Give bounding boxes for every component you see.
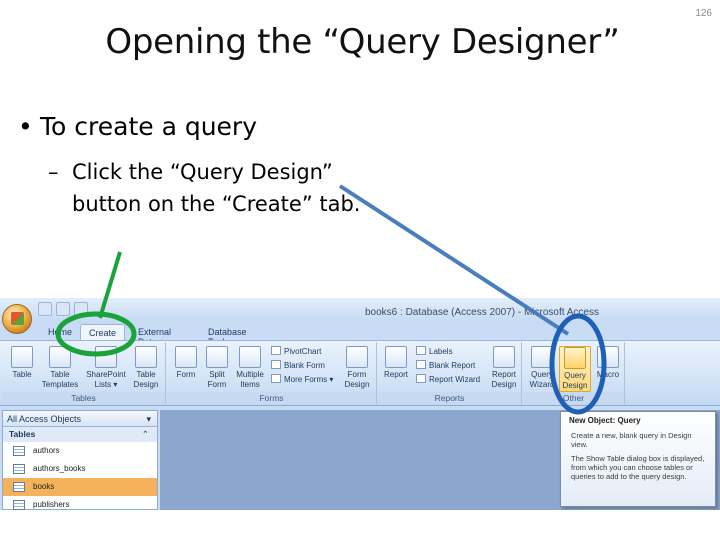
title-bar: books6 : Database (Access 2007) - Micros… xyxy=(0,298,720,324)
tab-home[interactable]: Home xyxy=(40,324,80,341)
bullet-text: Click the “Query Design” button on the “… xyxy=(72,160,361,216)
macro-button[interactable]: Macro xyxy=(593,346,623,380)
group-label-tables: Tables xyxy=(2,392,165,404)
group-other: Query Wizard Query Design Macro Other xyxy=(523,342,625,404)
blank-report-button[interactable]: Blank Report xyxy=(416,360,475,372)
sharepoint-icon xyxy=(95,346,117,368)
nav-pane-header[interactable]: All Access Objects ▾ xyxy=(3,411,157,427)
multiple-items-button[interactable]: Multiple Items xyxy=(233,346,267,390)
tooltip-line-1: Create a new, blank query in Design view… xyxy=(571,431,692,449)
redo-icon[interactable] xyxy=(74,302,88,316)
tab-database-tools[interactable]: Database Tools xyxy=(200,324,255,347)
report-icon xyxy=(385,346,407,368)
query-design-button[interactable]: Query Design xyxy=(559,346,591,392)
query-design-icon xyxy=(564,347,586,369)
table-icon xyxy=(13,482,25,492)
table-icon xyxy=(13,500,25,510)
collapse-icon[interactable]: ⌃ xyxy=(142,427,149,442)
table-icon xyxy=(13,464,25,474)
bullet-dash: – xyxy=(48,160,59,184)
office-button[interactable] xyxy=(2,304,32,334)
form-icon xyxy=(175,346,197,368)
more-forms-icon xyxy=(271,374,281,383)
slide-title: Opening the “Query Designer” xyxy=(105,22,620,62)
group-label-other: Other xyxy=(523,392,624,404)
nav-item-publishers[interactable]: publishers xyxy=(3,496,157,510)
table-icon xyxy=(11,346,33,368)
blank-form-icon xyxy=(271,360,281,369)
group-forms: Form Split Form Multiple Items PivotChar… xyxy=(167,342,377,404)
sharepoint-lists-button[interactable]: SharePoint Lists ▾ xyxy=(84,346,128,390)
chevron-down-icon[interactable]: ▾ xyxy=(146,411,151,427)
tooltip-title: New Object: Query xyxy=(569,416,641,425)
table-design-button[interactable]: Table Design xyxy=(130,346,162,390)
nav-item-authors-books[interactable]: authors_books xyxy=(3,460,157,478)
query-wizard-icon xyxy=(531,346,553,368)
quick-access-toolbar[interactable] xyxy=(38,302,92,316)
tab-create[interactable]: Create xyxy=(80,324,126,341)
report-design-button[interactable]: Report Design xyxy=(488,346,520,390)
report-design-icon xyxy=(493,346,515,368)
bullet-level-1: • To create a query xyxy=(18,112,257,141)
report-wizard-icon xyxy=(416,374,426,383)
undo-icon[interactable] xyxy=(56,302,70,316)
table-design-icon xyxy=(135,346,157,368)
split-form-button[interactable]: Split Form xyxy=(203,346,231,390)
labels-button[interactable]: Labels xyxy=(416,346,453,358)
multiple-items-icon xyxy=(239,346,261,368)
table-icon xyxy=(13,446,25,456)
save-icon[interactable] xyxy=(38,302,52,316)
ribbon: Table Table Templates ▾ SharePoint Lists… xyxy=(0,340,720,406)
blank-form-button[interactable]: Blank Form xyxy=(271,360,325,372)
blank-report-icon xyxy=(416,360,426,369)
report-button[interactable]: Report xyxy=(380,346,412,380)
tab-external-data[interactable]: External Data xyxy=(130,324,179,347)
nav-item-authors[interactable]: authors xyxy=(3,442,157,460)
pivotchart-icon xyxy=(271,346,281,355)
group-reports: Report Labels Blank Report Report Wizard… xyxy=(378,342,522,404)
query-wizard-button[interactable]: Query Wizard xyxy=(527,346,557,390)
group-tables: Table Table Templates ▾ SharePoint Lists… xyxy=(2,342,166,404)
office-logo-icon xyxy=(11,312,24,325)
tooltip-line-2: The Show Table dialog box is displayed, … xyxy=(571,454,705,481)
form-design-button[interactable]: Form Design xyxy=(341,346,373,390)
bullet-marker: • xyxy=(18,112,33,141)
labels-icon xyxy=(416,346,426,355)
form-design-icon xyxy=(346,346,368,368)
bullet-text: To create a query xyxy=(40,112,258,141)
bullet-level-2: – Click the “Query Design” button on the… xyxy=(48,156,368,220)
navigation-pane: All Access Objects ▾ Tables ⌃ authors auth… xyxy=(2,410,158,510)
slide-number: 126 xyxy=(695,8,712,19)
group-label-reports: Reports xyxy=(378,392,521,404)
more-forms-button[interactable]: More Forms ▾ xyxy=(271,374,333,386)
nav-section-tables[interactable]: Tables ⌃ xyxy=(3,427,157,442)
tooltip-query-design: New Object: Query Create a new, blank qu… xyxy=(560,411,716,507)
macro-icon xyxy=(597,346,619,368)
table-button[interactable]: Table xyxy=(6,346,38,380)
nav-item-books[interactable]: books xyxy=(3,478,157,496)
report-wizard-button[interactable]: Report Wizard xyxy=(416,374,480,386)
split-form-icon xyxy=(206,346,228,368)
form-button[interactable]: Form xyxy=(171,346,201,380)
pivotchart-button[interactable]: PivotChart xyxy=(271,346,321,358)
access-window-screenshot: books6 : Database (Access 2007) - Micros… xyxy=(0,298,720,510)
table-templates-icon xyxy=(49,346,71,368)
window-title: books6 : Database (Access 2007) - Micros… xyxy=(365,307,599,318)
group-label-forms: Forms xyxy=(167,392,376,404)
